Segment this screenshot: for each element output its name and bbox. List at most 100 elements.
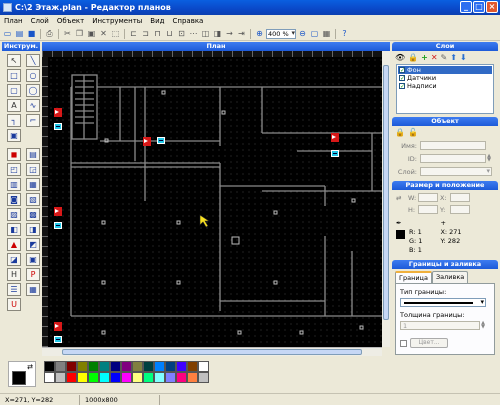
- text-tool-icon[interactable]: A: [7, 99, 21, 112]
- menu-plan[interactable]: План: [0, 17, 27, 25]
- palette-swatch[interactable]: [55, 361, 66, 372]
- wall-tool-icon[interactable]: ▤: [26, 148, 40, 161]
- swap-colors-icon[interactable]: ⇄: [27, 363, 33, 371]
- menu-help[interactable]: Справка: [169, 17, 208, 25]
- grid-icon[interactable]: ▦: [321, 28, 332, 39]
- color-button[interactable]: Цвет...: [410, 338, 448, 348]
- image-tool-icon[interactable]: ▣: [7, 129, 21, 142]
- send-back-icon[interactable]: ◨: [212, 28, 223, 39]
- palette-swatch[interactable]: [66, 372, 77, 383]
- delete-icon[interactable]: ✕: [98, 28, 109, 39]
- sensor-label-marker[interactable]: [157, 137, 165, 144]
- minimize-button[interactable]: _: [460, 1, 472, 13]
- zoom-fit-icon[interactable]: ▢: [309, 28, 320, 39]
- horizontal-scrollbar[interactable]: [42, 347, 382, 356]
- plan-canvas[interactable]: [42, 51, 390, 347]
- tab-fill[interactable]: Заливка: [431, 271, 469, 283]
- new-file-icon[interactable]: ▭: [2, 28, 13, 39]
- link-tool-icon[interactable]: ◪: [7, 253, 21, 266]
- list-tool-icon[interactable]: ☰: [7, 283, 21, 296]
- switch-tool-icon[interactable]: ◨: [26, 223, 40, 236]
- polyline-tool-icon[interactable]: ∿: [26, 99, 40, 112]
- layer-item-sensors[interactable]: ✓ Датчики: [398, 74, 492, 82]
- sensor-label-marker[interactable]: [54, 123, 62, 130]
- fg-bg-color-selector[interactable]: ⇄: [8, 361, 36, 387]
- connector-tool-icon[interactable]: ┐: [7, 114, 21, 127]
- palette-swatch[interactable]: [66, 361, 77, 372]
- x-field[interactable]: [450, 193, 470, 202]
- palette-swatch[interactable]: [143, 361, 154, 372]
- maximize-button[interactable]: □: [473, 1, 485, 13]
- object-lock-icon[interactable]: 🔒: [395, 128, 405, 137]
- cut-icon[interactable]: ✂: [62, 28, 73, 39]
- room-tool-icon[interactable]: ◰: [7, 163, 21, 176]
- close-button[interactable]: ×: [486, 1, 498, 13]
- line-tool-icon[interactable]: ╲: [26, 54, 40, 67]
- palette-swatch[interactable]: [99, 361, 110, 372]
- menu-layer[interactable]: Слой: [27, 17, 53, 25]
- align-right-icon[interactable]: ⊓: [152, 28, 163, 39]
- menu-object[interactable]: Объект: [53, 17, 88, 25]
- camera-tool-icon[interactable]: ◙: [7, 193, 21, 206]
- border-type-select[interactable]: [400, 298, 486, 307]
- stairs-tool-icon[interactable]: ▦: [26, 178, 40, 191]
- menu-tools[interactable]: Инструменты: [88, 17, 146, 25]
- u-tool-icon[interactable]: U: [7, 298, 21, 311]
- layer-up-icon[interactable]: ⬆: [450, 53, 457, 62]
- palette-swatch[interactable]: [143, 372, 154, 383]
- palette-swatch[interactable]: [121, 361, 132, 372]
- border-color-checkbox[interactable]: [400, 339, 407, 347]
- palette-swatch[interactable]: [198, 372, 209, 383]
- zone-tool-icon[interactable]: ◩: [26, 238, 40, 251]
- sensor-label-marker[interactable]: [331, 150, 339, 157]
- palette-swatch[interactable]: [77, 361, 88, 372]
- align-center-icon[interactable]: ⊐: [140, 28, 151, 39]
- object-unlock-icon[interactable]: 🔓: [408, 128, 418, 137]
- align-left-icon[interactable]: ⊏: [128, 28, 139, 39]
- distribute-icon[interactable]: ⋯: [188, 28, 199, 39]
- palette-swatch[interactable]: [121, 372, 132, 383]
- palette-swatch[interactable]: [88, 361, 99, 372]
- edit-layer-icon[interactable]: ✎: [441, 53, 448, 62]
- vertical-scrollbar[interactable]: [382, 51, 390, 347]
- sensor-label-marker[interactable]: [54, 222, 62, 229]
- layer-checkbox[interactable]: ✓: [399, 83, 405, 90]
- zoom-in-icon[interactable]: ⊕: [254, 28, 265, 39]
- device-tool-icon[interactable]: ▧: [26, 193, 40, 206]
- palette-swatch[interactable]: [77, 372, 88, 383]
- palette-swatch[interactable]: [165, 372, 176, 383]
- grid-tool-icon[interactable]: ▦: [26, 283, 40, 296]
- layer-down-icon[interactable]: ⬇: [460, 53, 467, 62]
- id-field[interactable]: [420, 154, 486, 163]
- door-tool-icon[interactable]: ◲: [26, 163, 40, 176]
- zoom-select[interactable]: 400 %: [266, 28, 296, 39]
- layer-lock-icon[interactable]: 🔒: [408, 53, 418, 62]
- sensor-marker[interactable]: [54, 108, 62, 117]
- palette-swatch[interactable]: [132, 361, 143, 372]
- eyedropper-icon[interactable]: ✒: [396, 219, 401, 227]
- layer-checkbox[interactable]: ✓: [399, 75, 405, 82]
- thickness-stepper[interactable]: ▲ ▼: [480, 321, 486, 330]
- arrow-right-icon[interactable]: →: [224, 28, 235, 39]
- window-tool-icon[interactable]: ▥: [7, 178, 21, 191]
- open-folder-icon[interactable]: ▤: [14, 28, 25, 39]
- fire-tool-icon[interactable]: ▲: [7, 238, 21, 251]
- arrow-left-icon[interactable]: ⇥: [236, 28, 247, 39]
- copy-icon[interactable]: ❐: [74, 28, 85, 39]
- width-field[interactable]: [418, 193, 438, 202]
- sensor-tool-icon[interactable]: ◼: [7, 148, 21, 161]
- add-layer-icon[interactable]: +: [421, 53, 428, 62]
- palette-swatch[interactable]: [110, 372, 121, 383]
- delete-layer-icon[interactable]: ✕: [431, 53, 438, 62]
- pointer-tool-icon[interactable]: ↖: [7, 54, 21, 67]
- h-tool-icon[interactable]: H: [7, 268, 21, 281]
- layer-visibility-icon[interactable]: 👁: [395, 53, 405, 62]
- p-tool-icon[interactable]: P: [26, 268, 40, 281]
- y-field[interactable]: [450, 205, 470, 214]
- id-stepper[interactable]: ▲ ▼: [486, 154, 492, 163]
- palette-swatch[interactable]: [176, 372, 187, 383]
- rectangle-tool-icon[interactable]: □: [7, 69, 21, 82]
- save-icon[interactable]: ■: [26, 28, 37, 39]
- palette-swatch[interactable]: [88, 372, 99, 383]
- layer-checkbox[interactable]: ✓: [399, 67, 405, 74]
